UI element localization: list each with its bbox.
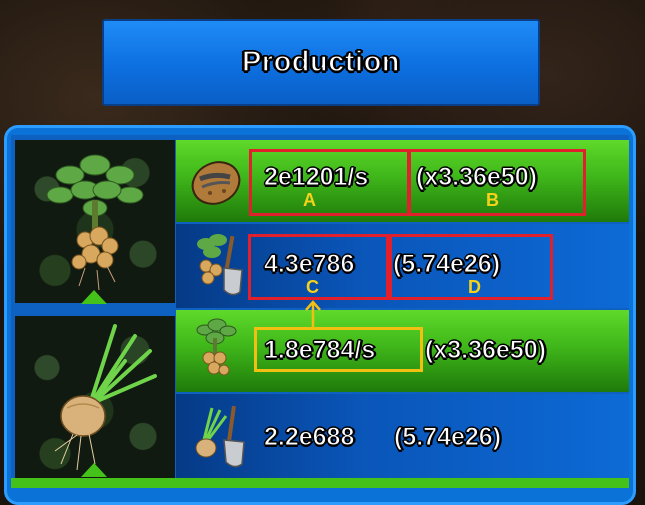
potato-item-icon [188, 153, 244, 214]
selected-indicator-top [81, 290, 107, 304]
onion-production-multiplier: (x3.36e50) [425, 336, 547, 365]
arrow-up-icon [305, 300, 321, 327]
production-title: Production [241, 45, 401, 78]
onion-farmer-count: 2.2e688 [263, 423, 355, 452]
selected-indicator-bottom [81, 463, 107, 477]
annotation-label-d: D [468, 277, 481, 297]
potato-plant-image[interactable] [15, 140, 175, 303]
farmer-row-onion[interactable]: 2.2e688 (5.74e26) [176, 394, 629, 478]
shovel-potato-icon [184, 230, 248, 305]
potato-plant-small-icon [190, 316, 240, 391]
annotation-label-a: A [303, 190, 316, 210]
onion-farmer-multiplier: (5.74e26) [393, 423, 502, 452]
potato-plant-icon [46, 154, 144, 291]
highlight-box-a [249, 149, 410, 216]
next-row-strip [11, 478, 629, 488]
highlight-box-yellow [254, 327, 423, 372]
production-title-button[interactable]: Production [102, 19, 540, 106]
annotation-label-b: B [486, 190, 499, 210]
shovel-onion-icon [190, 400, 254, 477]
annotation-label-c: C [306, 277, 319, 297]
